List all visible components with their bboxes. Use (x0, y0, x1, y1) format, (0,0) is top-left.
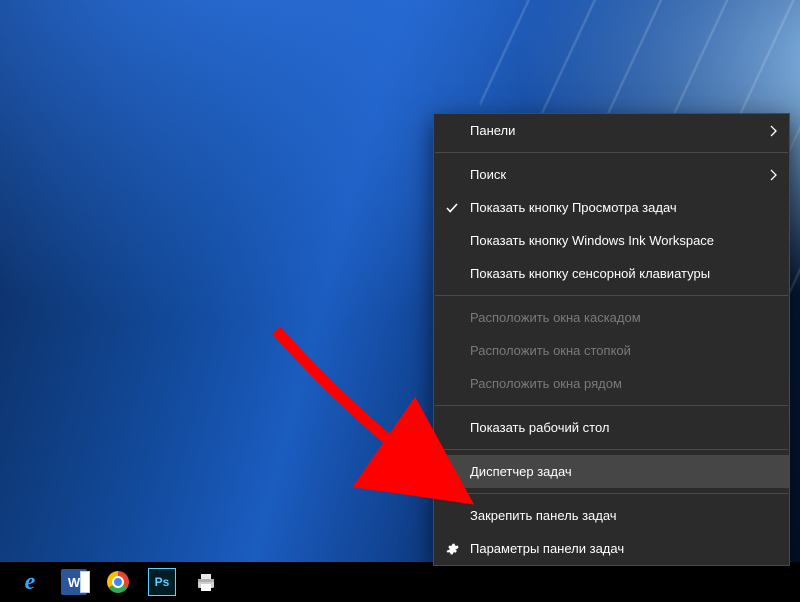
taskbar-context-menu: Панели Поиск Показать кнопку Просмотра з… (433, 113, 790, 566)
menu-item-label: Расположить окна рядом (470, 376, 622, 391)
gear-icon (444, 541, 460, 557)
menu-item-label: Показать кнопку Windows Ink Workspace (470, 233, 714, 248)
menu-separator (435, 449, 788, 450)
menu-search[interactable]: Поиск (434, 158, 789, 191)
menu-item-label: Показать кнопку Просмотра задач (470, 200, 677, 215)
edge-icon: e (25, 570, 36, 594)
taskbar-app-chrome[interactable] (96, 562, 140, 602)
photoshop-icon: Ps (148, 568, 176, 596)
printer-icon (193, 569, 219, 595)
menu-separator (435, 152, 788, 153)
taskbar-app-photoshop[interactable]: Ps (140, 562, 184, 602)
menu-lock-taskbar[interactable]: Закрепить панель задач (434, 499, 789, 532)
menu-separator (435, 295, 788, 296)
menu-item-label: Панели (470, 123, 515, 138)
menu-item-label: Показать кнопку сенсорной клавиатуры (470, 266, 710, 281)
menu-item-label: Расположить окна стопкой (470, 343, 631, 358)
menu-item-label: Закрепить панель задач (470, 508, 617, 523)
menu-cascade-windows: Расположить окна каскадом (434, 301, 789, 334)
menu-item-label: Диспетчер задач (470, 464, 572, 479)
menu-show-touch-keyboard-button[interactable]: Показать кнопку сенсорной клавиатуры (434, 257, 789, 290)
menu-side-by-side-windows: Расположить окна рядом (434, 367, 789, 400)
menu-separator (435, 493, 788, 494)
chevron-right-icon (770, 169, 777, 181)
chevron-right-icon (770, 125, 777, 137)
menu-show-task-view-button[interactable]: Показать кнопку Просмотра задач (434, 191, 789, 224)
taskbar-app-edge[interactable]: e (8, 562, 52, 602)
menu-taskbar-settings[interactable]: Параметры панели задач (434, 532, 789, 565)
chrome-icon (107, 571, 129, 593)
taskbar-app-printer[interactable] (184, 562, 228, 602)
check-icon (444, 200, 460, 216)
menu-item-label: Поиск (470, 167, 506, 182)
menu-item-label: Параметры панели задач (470, 541, 624, 556)
word-icon: W (61, 569, 87, 595)
menu-item-label: Расположить окна каскадом (470, 310, 641, 325)
menu-item-label: Показать рабочий стол (470, 420, 609, 435)
menu-show-ink-workspace-button[interactable]: Показать кнопку Windows Ink Workspace (434, 224, 789, 257)
taskbar[interactable]: e W Ps (0, 562, 800, 602)
taskbar-app-word[interactable]: W (52, 562, 96, 602)
menu-panels[interactable]: Панели (434, 114, 789, 147)
menu-stack-windows: Расположить окна стопкой (434, 334, 789, 367)
menu-show-desktop[interactable]: Показать рабочий стол (434, 411, 789, 444)
menu-separator (435, 405, 788, 406)
menu-task-manager[interactable]: Диспетчер задач (434, 455, 789, 488)
